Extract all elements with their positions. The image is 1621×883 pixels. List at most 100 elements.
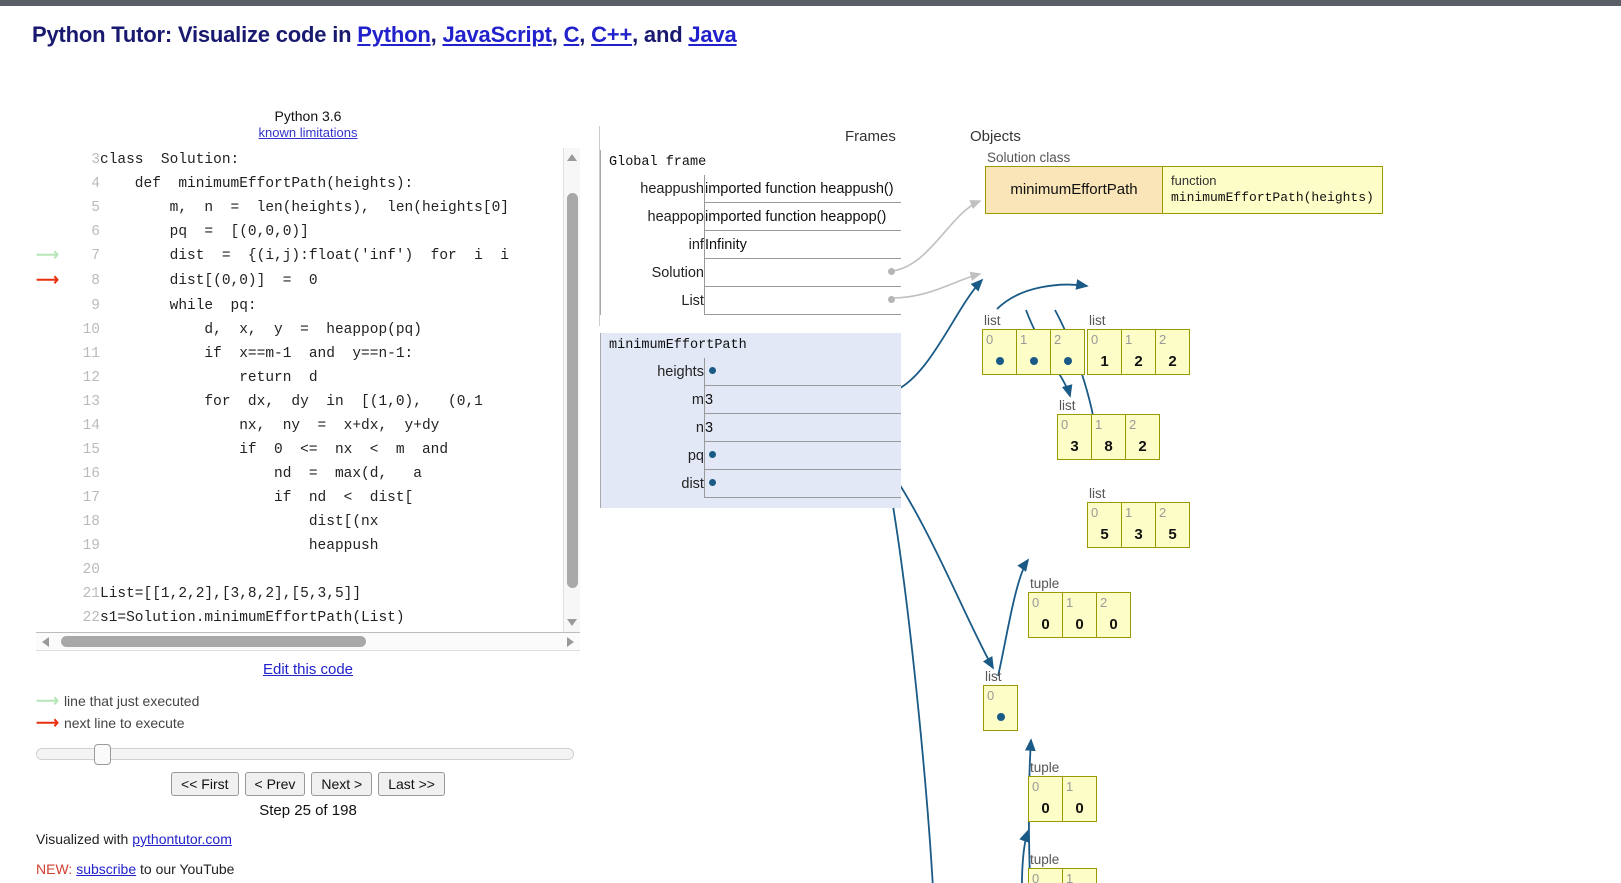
first-button[interactable]: << First	[171, 772, 239, 796]
pointer-dot	[708, 367, 716, 374]
object-solution-class: Solution class minimumEffortPath functio…	[985, 150, 1383, 214]
frame-var-value: Infinity	[703, 230, 901, 259]
last-button[interactable]: Last >>	[378, 772, 445, 796]
object-cell-index: 1	[1121, 329, 1156, 348]
prev-button[interactable]: < Prev	[244, 772, 306, 796]
frame-var-row: dist	[609, 469, 901, 498]
frame-var-name: heappush	[640, 180, 704, 197]
frame-var-row: heights	[609, 358, 901, 386]
object-cells: 012	[982, 329, 1085, 375]
code-horizontal-scrollbar[interactable]	[36, 633, 580, 651]
frame-var-value	[703, 441, 901, 470]
horizontal-scroll-thumb[interactable]	[61, 636, 366, 647]
code-line: 17 if nd < dist[	[36, 486, 509, 510]
object-cell-value: 5	[1087, 521, 1122, 548]
object-type-label: list	[1059, 398, 1076, 413]
title-sep-2: ,	[551, 22, 564, 47]
scroll-left-arrow-icon[interactable]	[42, 637, 49, 647]
code-text: class Solution:	[100, 152, 240, 168]
code-text: m, n = len(heights), len(heights[0]	[100, 200, 509, 216]
class-attr-kind: function	[1171, 173, 1217, 188]
code-arrow-slot	[36, 342, 70, 366]
pointer-dot	[888, 268, 895, 275]
line-number: 4	[91, 176, 100, 192]
object-cells: 012535	[1087, 502, 1190, 548]
line-number: 12	[82, 370, 100, 386]
code-arrow-slot	[36, 366, 70, 390]
frame-var-name: Solution	[651, 264, 704, 281]
known-limitations-link[interactable]: known limitations	[30, 125, 586, 140]
code-line: 3 class Solution:	[36, 148, 509, 172]
object-value-row: 00	[1028, 795, 1097, 822]
visualization-pane: Frames Objects Global frame heappush imp…	[600, 108, 1621, 883]
edit-this-code-link[interactable]: Edit this code	[263, 661, 353, 678]
object-index-row: 01	[1028, 868, 1097, 883]
next-button[interactable]: Next >	[311, 772, 373, 796]
line-number: 3	[91, 152, 100, 168]
line-number: 9	[91, 298, 100, 314]
object-type-label: list	[985, 669, 1002, 684]
local-frame-vars: heights m 3 n 3 pq dist	[609, 358, 901, 498]
link-cpp[interactable]: C++	[591, 22, 632, 47]
pointer-dot	[708, 479, 716, 486]
scroll-right-arrow-icon[interactable]	[567, 637, 574, 647]
code-text: if nd < dist[	[100, 490, 414, 506]
slider-knob[interactable]	[94, 744, 111, 765]
object-type-label: list	[1089, 486, 1106, 501]
object-value-row	[983, 704, 1018, 731]
link-javascript[interactable]: JavaScript	[442, 22, 551, 47]
code-vertical-scrollbar[interactable]	[563, 148, 580, 632]
code-arrow-slot	[36, 462, 70, 486]
class-attr-name: minimumEffortPath	[985, 166, 1163, 214]
link-c[interactable]: C	[564, 22, 580, 47]
object-cells: 0100	[1028, 776, 1097, 822]
pythontutor-link[interactable]: pythontutor.com	[132, 831, 232, 847]
visualized-with: Visualized with pythontutor.com	[36, 831, 600, 847]
code-line: 15 if 0 <= nx < m and	[36, 438, 509, 462]
step-counter: Step 25 of 198	[259, 802, 357, 819]
object-cell-value	[982, 348, 1017, 375]
code-text: return d	[100, 370, 318, 386]
red-arrow-icon: ⟶	[36, 715, 59, 732]
code-line: 9 while pq:	[36, 294, 509, 318]
line-number: 7	[91, 248, 100, 264]
object-cell-value	[1050, 348, 1085, 375]
object-cell-index: 1	[1016, 329, 1051, 348]
object-cell-index: 0	[1028, 868, 1063, 883]
object-cell-value: 2	[1125, 433, 1160, 460]
python-version-text: Python 3.6	[274, 108, 342, 124]
link-java[interactable]: Java	[688, 22, 736, 47]
frame-var-name: heights	[657, 363, 704, 380]
object-cell-index: 1	[1091, 414, 1126, 433]
object-cell-index: 0	[1087, 329, 1122, 348]
object-list-row1: list 0 1 2 3 8 2	[1057, 398, 1160, 460]
line-number: 17	[82, 490, 100, 506]
link-python[interactable]: Python	[357, 22, 431, 47]
code-line: 11 if x==m-1 and y==n-1:	[36, 342, 509, 366]
code-arrow-slot	[36, 172, 70, 196]
code-editor[interactable]: 3 class Solution: 4 def minimumEffortPath(…	[36, 148, 580, 633]
code-text: for dx, dy in [(1,0), (0,1	[100, 394, 483, 410]
code-text: heappush	[100, 538, 379, 554]
object-cell-index: 2	[1050, 329, 1085, 348]
object-value-row: 535	[1087, 521, 1190, 548]
code-arrow-slot	[36, 486, 70, 510]
object-cell-index: 2	[1155, 502, 1190, 521]
code-text: nx, ny = x+dx, y+dy	[100, 418, 440, 434]
code-arrow-slot	[36, 558, 70, 582]
object-cell-value: 5	[1155, 521, 1190, 548]
step-slider[interactable]	[36, 744, 574, 765]
title-sep-1: ,	[430, 22, 443, 47]
code-line: 5 m, n = len(heights), len(heights[0]	[36, 196, 509, 220]
legend-just-executed-label: line that just executed	[63, 693, 200, 709]
scroll-up-arrow-icon[interactable]	[567, 154, 577, 161]
object-type-label: list	[1089, 313, 1106, 328]
line-number: 21	[82, 586, 100, 602]
code-text: d, x, y = heappop(pq)	[100, 322, 422, 338]
scroll-down-arrow-icon[interactable]	[567, 619, 577, 626]
object-index-row: 012	[982, 329, 1085, 348]
vertical-scroll-thumb[interactable]	[567, 193, 578, 588]
object-cell-value: 1	[1087, 348, 1122, 375]
slider-track[interactable]	[36, 748, 574, 760]
subscribe-link[interactable]: subscribe	[76, 861, 136, 877]
